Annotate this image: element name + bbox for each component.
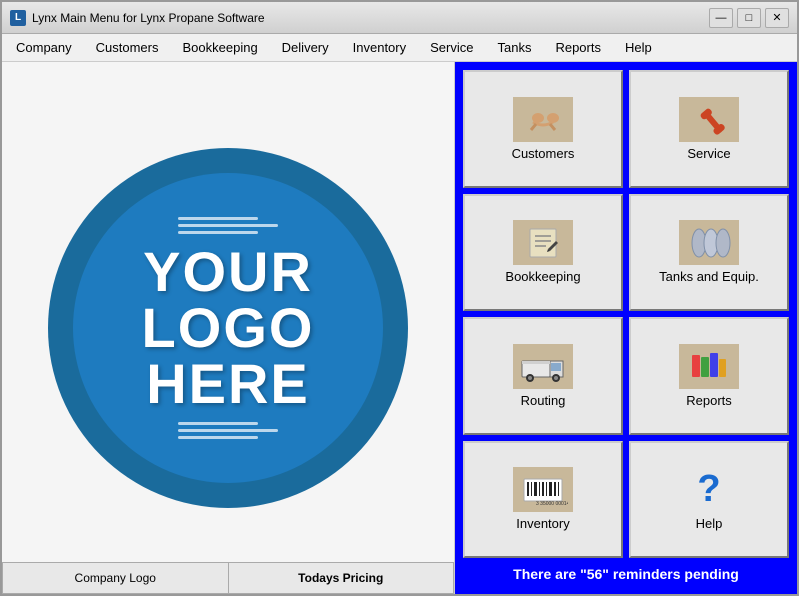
window-controls: — □ ✕ [709, 8, 789, 28]
main-content: YOUR LOGO HERE Company Logo Todays Prici… [2, 62, 797, 594]
minimize-button[interactable]: — [709, 8, 733, 28]
routing-icon [513, 344, 573, 389]
inventory-label: Inventory [516, 516, 569, 531]
logo-line-3 [178, 231, 258, 234]
reports-button[interactable]: Reports [629, 317, 789, 435]
logo-outer-circle: YOUR LOGO HERE [48, 148, 408, 508]
menu-tanks[interactable]: Tanks [486, 36, 542, 59]
help-icon: ? [679, 467, 739, 512]
inventory-button[interactable]: 3 35000 00014 5 Inventory [463, 441, 623, 559]
tanks-button[interactable]: Tanks and Equip. [629, 194, 789, 312]
customers-label: Customers [512, 146, 575, 161]
app-icon: L [10, 10, 26, 26]
bookkeeping-label: Bookkeeping [505, 269, 580, 284]
routing-button[interactable]: Routing [463, 317, 623, 435]
customers-button[interactable]: Customers [463, 70, 623, 188]
menu-reports[interactable]: Reports [544, 36, 612, 59]
tanks-label: Tanks and Equip. [659, 269, 759, 284]
logo-lines-bottom [178, 422, 278, 439]
maximize-button[interactable]: □ [737, 8, 761, 28]
logo-line-logo: LOGO [142, 300, 315, 356]
logo-line-b3 [178, 436, 258, 439]
service-button[interactable]: Service [629, 70, 789, 188]
reports-icon [679, 344, 739, 389]
menu-inventory[interactable]: Inventory [342, 36, 417, 59]
close-button[interactable]: ✕ [765, 8, 789, 28]
logo-line-your: YOUR [142, 244, 315, 300]
menu-customers[interactable]: Customers [85, 36, 170, 59]
svg-text:3 35000 00014 5: 3 35000 00014 5 [536, 501, 568, 507]
logo-line-2 [178, 224, 278, 227]
service-icon [679, 97, 739, 142]
todays-pricing-button[interactable]: Todays Pricing [229, 562, 455, 594]
logo-bottom-panel: Company Logo Todays Pricing [2, 562, 454, 594]
tanks-icon [679, 220, 739, 265]
window-title: Lynx Main Menu for Lynx Propane Software [32, 11, 709, 25]
reports-label: Reports [686, 393, 732, 408]
logo-text: YOUR LOGO HERE [142, 244, 315, 412]
right-panel: Customers [455, 62, 797, 594]
menu-delivery[interactable]: Delivery [271, 36, 340, 59]
menu-bar: Company Customers Bookkeeping Delivery I… [2, 34, 797, 62]
help-button[interactable]: ? Help [629, 441, 789, 559]
logo-line-here: HERE [142, 356, 315, 412]
logo-lines-top [178, 217, 278, 234]
nav-grid: Customers [463, 70, 789, 558]
logo-line-b1 [178, 422, 258, 425]
reminder-text: There are "56" reminders pending [463, 558, 789, 586]
inventory-icon: 3 35000 00014 5 [513, 467, 573, 512]
logo-inner-circle: YOUR LOGO HERE [73, 173, 383, 483]
routing-label: Routing [521, 393, 566, 408]
menu-service[interactable]: Service [419, 36, 484, 59]
logo-line-1 [178, 217, 258, 220]
logo-panel: YOUR LOGO HERE Company Logo Todays Prici… [2, 62, 455, 594]
menu-help[interactable]: Help [614, 36, 663, 59]
title-bar: L Lynx Main Menu for Lynx Propane Softwa… [2, 2, 797, 34]
customers-icon [513, 97, 573, 142]
bookkeeping-icon [513, 220, 573, 265]
menu-bookkeeping[interactable]: Bookkeeping [172, 36, 269, 59]
service-label: Service [687, 146, 730, 161]
menu-company[interactable]: Company [5, 36, 83, 59]
logo-line-b2 [178, 429, 278, 432]
company-logo-button[interactable]: Company Logo [2, 562, 229, 594]
main-window: L Lynx Main Menu for Lynx Propane Softwa… [0, 0, 799, 596]
help-label: Help [696, 516, 723, 531]
bookkeeping-button[interactable]: Bookkeeping [463, 194, 623, 312]
